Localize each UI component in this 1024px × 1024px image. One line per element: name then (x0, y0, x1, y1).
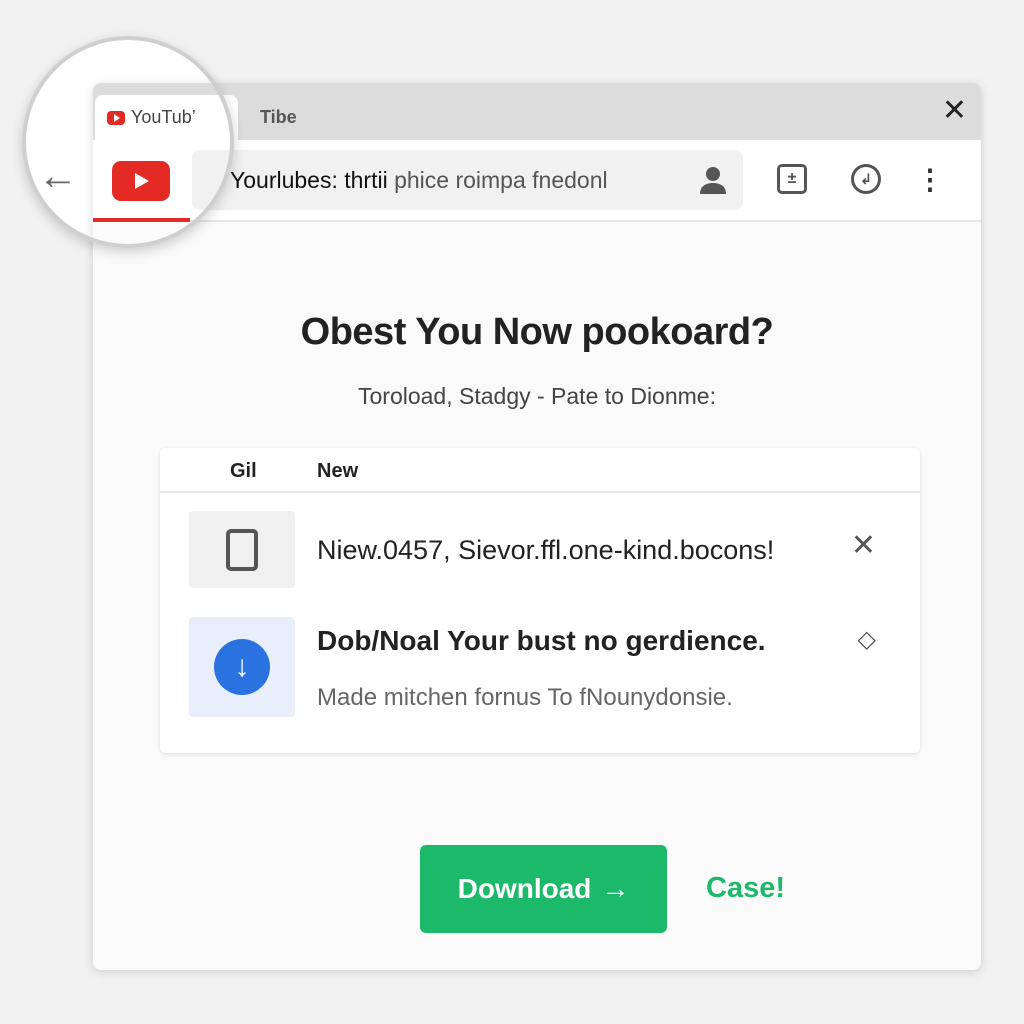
tab-youtube[interactable]: YouTub’ (95, 95, 238, 140)
toolbar: Yourlubes: thrtii phice roimpa fnedonl ±… (93, 140, 981, 222)
tab-tibe[interactable]: Tibe (260, 95, 297, 140)
download-icon: ↓ (214, 639, 270, 695)
page-title: Obest You Now pookoard? (300, 311, 774, 353)
download-label: Download (457, 873, 592, 904)
back-arrow-icon[interactable]: ← (38, 154, 78, 199)
list-item-text: Niew.0457, Sievor.ffl.one-kind.bocons! (317, 535, 775, 565)
column-header: Gil (230, 460, 257, 482)
tab-label: Tibe (260, 107, 297, 127)
tab-bar: YouTub’ Tibe ✕ (93, 83, 981, 140)
address-bar[interactable]: Yourlubes: thrtii phice roimpa fnedonl (192, 150, 743, 210)
tab-label: YouTub’ (131, 107, 196, 127)
youtube-icon[interactable] (112, 161, 170, 201)
cancel-button[interactable]: Case! (706, 872, 785, 905)
list-item-description: Made mitchen fornus To fNounydonsie. (317, 684, 733, 711)
download-card: Gil New Niew.0457, Sievor.ffl.one-kind.b… (160, 448, 920, 753)
download-icon-box: ↓ (189, 617, 295, 717)
address-text: Yourlubes: thrtii (230, 166, 388, 193)
history-icon[interactable]: ↲ (851, 164, 881, 194)
extension-icon[interactable]: ± (777, 164, 807, 194)
dismiss-icon[interactable]: ✕ (851, 528, 876, 563)
card-header: Gil New (160, 448, 920, 493)
address-text-rest: phice roimpa fnedonl (394, 166, 608, 193)
phone-icon (226, 528, 258, 571)
close-icon[interactable]: ✕ (942, 93, 967, 128)
youtube-icon (107, 110, 125, 125)
more-vert-icon[interactable]: ⋮ (915, 164, 945, 195)
active-indicator (93, 218, 190, 222)
list-item-title: Dob/Noal Your bust no gerdience. (317, 625, 766, 656)
diamond-icon[interactable]: ◇ (858, 625, 876, 654)
download-button[interactable]: Download → (420, 845, 667, 933)
person-icon[interactable] (697, 164, 729, 196)
browser-window: YouTub’ Tibe ✕ Yourlubes: thrtii phice r… (93, 83, 981, 970)
phone-icon-box (189, 511, 295, 588)
page-subtitle: Toroload, Stadgy - Pate to Dionme: (358, 383, 716, 409)
arrow-right-icon: → (601, 873, 630, 904)
column-header: New (317, 460, 359, 482)
